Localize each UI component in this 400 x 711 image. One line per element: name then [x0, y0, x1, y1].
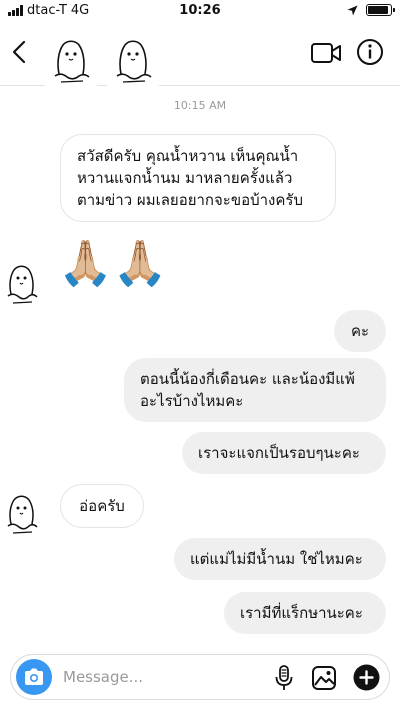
gallery-button[interactable]	[311, 665, 337, 691]
video-camera-icon	[311, 43, 341, 63]
info-icon	[357, 39, 383, 65]
plus-icon	[353, 664, 380, 691]
battery-level	[368, 6, 389, 14]
camera-button[interactable]	[16, 659, 52, 695]
sender-avatar[interactable]	[0, 484, 44, 542]
message-input[interactable]	[63, 663, 263, 691]
incoming-message[interactable]: อ่อครับ	[60, 484, 144, 528]
gallery-icon	[312, 666, 336, 690]
outgoing-message[interactable]: คะ	[334, 310, 386, 352]
chevron-left-icon	[12, 40, 26, 64]
battery-icon	[366, 4, 395, 16]
message-timestamp: 10:15 AM	[173, 99, 227, 112]
more-options-button[interactable]	[353, 664, 380, 691]
status-bar: dtac-T 4G 10:26	[0, 0, 400, 22]
clock: 10:26	[179, 3, 221, 18]
microphone-icon	[275, 665, 293, 690]
sender-avatar[interactable]	[0, 254, 44, 312]
ghost-icon	[7, 265, 38, 304]
voice-message-button[interactable]	[274, 664, 294, 692]
message-composer	[10, 654, 390, 700]
video-call-button[interactable]	[310, 40, 342, 66]
location-arrow-icon	[347, 5, 358, 15]
incoming-emoji-message[interactable]: 🙏🏼🙏🏼	[58, 236, 168, 292]
ghost-icon	[54, 40, 90, 83]
ghost-icon	[7, 495, 38, 534]
participant-avatar[interactable]	[107, 30, 159, 86]
conversation-header	[0, 22, 400, 86]
ghost-icon	[116, 40, 152, 83]
outgoing-message[interactable]: แต่แม่ไม่มีน้ำนม ใช่ไหมคะ	[174, 538, 386, 580]
outgoing-message[interactable]: เรามีที่แร็กษานะคะ	[224, 592, 386, 634]
outgoing-message[interactable]: ตอนนี้น้องกี่เดือนคะ และน้องมีแพ้ อะไรบ้…	[124, 358, 386, 422]
incoming-message[interactable]: สวัสดีครับ คุณน้ำหวาน เห็นคุณน้ำ หวานแจก…	[60, 134, 336, 222]
camera-icon	[25, 668, 43, 685]
info-button[interactable]	[355, 37, 385, 67]
outgoing-message[interactable]: เราจะแจกเป็นรอบๆนะคะ	[182, 432, 386, 474]
message-thread[interactable]: 10:15 AM สวัสดีครับ คุณน้ำหวาน เห็นคุณน้…	[0, 86, 400, 651]
participant-avatar[interactable]	[45, 30, 97, 86]
back-button[interactable]	[6, 36, 34, 68]
